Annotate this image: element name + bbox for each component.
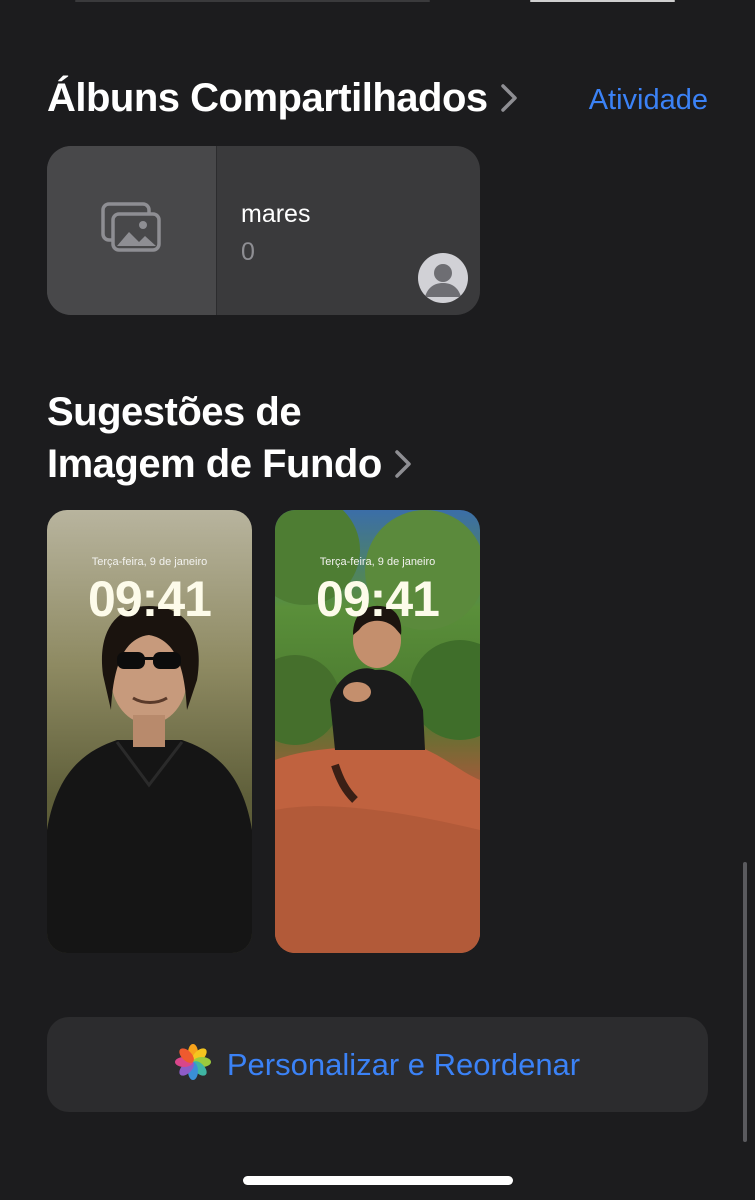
customize-reorder-button[interactable]: Personalizar e Reordenar [47, 1017, 708, 1112]
chevron-right-icon [394, 440, 412, 492]
lockscreen-time: 09:41 [316, 571, 440, 627]
wallpaper-suggestion-card[interactable]: Terça-feira, 9 de janeiro 09:41 [275, 510, 480, 953]
wallpaper-suggestions-title-line1: Sugestões de [47, 390, 302, 434]
shared-albums-header[interactable]: Álbuns Compartilhados [47, 72, 518, 126]
photos-placeholder-icon [100, 202, 163, 259]
top-edge-line [530, 0, 675, 2]
photos-app-icon [174, 1044, 211, 1085]
activity-link[interactable]: Atividade [589, 80, 708, 120]
home-indicator[interactable] [243, 1176, 513, 1185]
chevron-right-icon [500, 74, 518, 126]
wallpaper-suggestion-card[interactable]: Terça-feira, 9 de janeiro 09:41 [47, 510, 252, 953]
avatar [418, 253, 468, 303]
shared-album-card[interactable]: mares 0 [47, 146, 480, 315]
person-icon [418, 264, 468, 303]
album-name: mares [241, 200, 311, 228]
top-edge-line [75, 0, 430, 2]
lockscreen-date: Terça-feira, 9 de janeiro [319, 556, 436, 568]
lockscreen-time: 09:41 [88, 571, 212, 627]
lockscreen-date: Terça-feira, 9 de janeiro [91, 556, 208, 568]
shared-albums-title: Álbuns Compartilhados [47, 76, 488, 120]
wallpaper-suggestions-title-line2: Imagem de Fundo [47, 442, 382, 486]
wallpaper-suggestions-header[interactable]: Sugestões de Imagem de Fundo [47, 386, 412, 492]
album-thumbnail [47, 146, 217, 315]
customize-reorder-label: Personalizar e Reordenar [226, 1046, 581, 1082]
scroll-indicator[interactable] [743, 862, 747, 1142]
